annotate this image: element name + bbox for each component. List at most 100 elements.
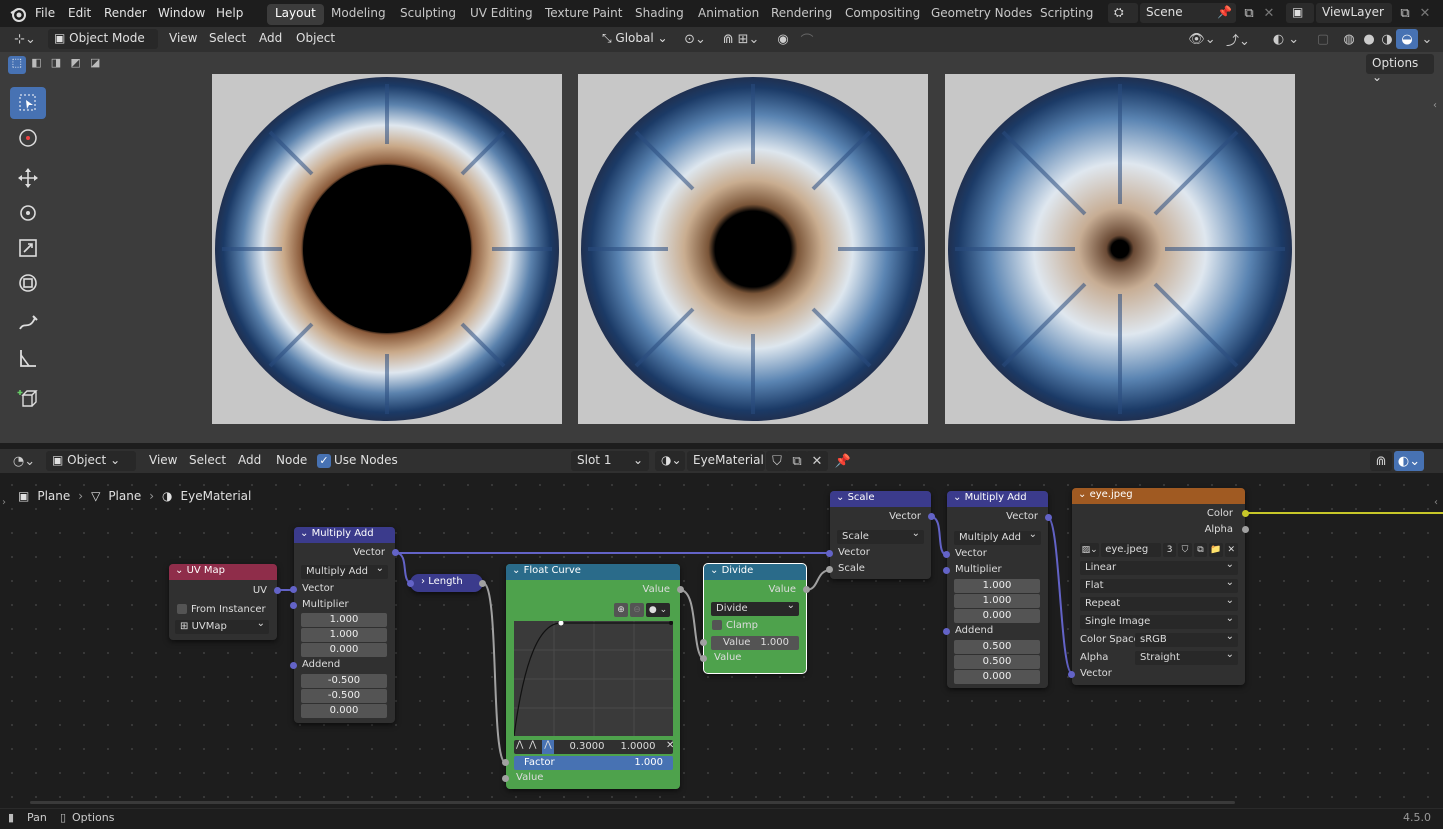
material-name-field[interactable]: EyeMaterial: [687, 451, 765, 471]
color-space-dropdown[interactable]: sRGB: [1135, 630, 1238, 647]
overlay-icon[interactable]: ◐ ⌄: [1266, 29, 1306, 49]
select-difference-icon[interactable]: ◩: [67, 56, 85, 74]
unlink-material-icon[interactable]: ✕: [806, 451, 828, 471]
select-subtract-icon[interactable]: ◨: [47, 56, 65, 74]
proportional-edit-icon[interactable]: ◉: [772, 29, 794, 49]
image-users-count[interactable]: 3: [1162, 543, 1177, 557]
shading-options-icon[interactable]: ⌄: [1418, 29, 1436, 49]
duplicate-image-icon[interactable]: ⧉: [1193, 543, 1208, 557]
annotate-tool-icon[interactable]: [10, 307, 46, 339]
scene-field[interactable]: Scene 📌: [1140, 3, 1236, 23]
socket-vector-in[interactable]: [826, 550, 833, 557]
add-cube-tool-icon[interactable]: [10, 382, 46, 414]
addend-y-field[interactable]: 0.500: [954, 655, 1040, 669]
clamp-checkbox[interactable]: [712, 620, 722, 630]
material-slot-dropdown[interactable]: Slot 1 ⌄: [571, 451, 649, 471]
tab-scripting[interactable]: Scripting: [1040, 6, 1093, 20]
image-browse-icon[interactable]: ▨⌄: [1080, 543, 1100, 557]
menu-help[interactable]: Help: [216, 6, 243, 20]
viewport-menu-view[interactable]: View: [169, 31, 197, 45]
scale-tool-icon[interactable]: [10, 232, 46, 264]
multiplier-y-field[interactable]: 1.000: [301, 628, 387, 642]
viewlayer-field[interactable]: ViewLayer: [1316, 3, 1392, 23]
collapse-icon[interactable]: ⌄: [175, 565, 187, 576]
zoom-in-icon[interactable]: ⊕: [614, 603, 628, 617]
multiplier-x-field[interactable]: 1.000: [954, 579, 1040, 593]
measure-tool-icon[interactable]: [10, 342, 46, 374]
addend-y-field[interactable]: -0.500: [301, 689, 387, 703]
socket-factor-in[interactable]: [502, 759, 509, 766]
tab-geometry-nodes[interactable]: Geometry Nodes: [931, 6, 1032, 20]
rendered-shading-icon[interactable]: ◒: [1396, 29, 1418, 49]
use-nodes-checkbox[interactable]: ✓: [317, 454, 331, 468]
multiplier-z-field[interactable]: 0.000: [954, 609, 1040, 623]
node-scale[interactable]: ⌄ Scale Vector Scale Vector Scale: [826, 491, 935, 579]
node-uv-map[interactable]: ⌄ UV Map UV From Instancer ⊞ UVMap: [169, 564, 281, 640]
socket-addend-in[interactable]: [943, 628, 950, 635]
menu-edit[interactable]: Edit: [68, 6, 91, 20]
select-box-tool-icon[interactable]: [10, 87, 46, 119]
collapse-icon[interactable]: ⌄: [1078, 489, 1090, 500]
new-viewlayer-icon[interactable]: ⧉: [1394, 3, 1416, 23]
socket-vector-in[interactable]: [1068, 671, 1075, 678]
socket-length-in[interactable]: [407, 580, 414, 587]
source-dropdown[interactable]: Single Image: [1080, 612, 1238, 629]
tab-shading[interactable]: Shading: [635, 6, 684, 20]
node-header[interactable]: ⌄ UV Map: [169, 564, 277, 580]
socket-scale-in[interactable]: [826, 566, 833, 573]
tab-animation[interactable]: Animation: [698, 6, 759, 20]
wireframe-shading-icon[interactable]: ◍: [1338, 29, 1360, 49]
addend-z-field[interactable]: 0.000: [954, 670, 1040, 684]
node-menu-view[interactable]: View: [149, 453, 177, 467]
node-editor-type-icon[interactable]: ◔⌄: [8, 451, 40, 471]
fake-user-icon[interactable]: ⛉: [766, 451, 788, 471]
pivot-point-icon[interactable]: ⊙⌄: [680, 29, 710, 49]
node-length[interactable]: › Length: [407, 574, 486, 592]
socket-alpha-out[interactable]: [1242, 526, 1249, 533]
tab-uv-editing[interactable]: UV Editing: [470, 6, 533, 20]
menu-file[interactable]: File: [35, 6, 55, 20]
3d-viewport[interactable]: ⬚ ◧ ◨ ◩ ◪ Options ⌄ ‹: [0, 52, 1443, 443]
select-intersect-icon[interactable]: ◪: [86, 56, 104, 74]
socket-length-out[interactable]: [479, 580, 486, 587]
collapse-icon[interactable]: ⌄: [512, 565, 524, 576]
blender-logo-icon[interactable]: [9, 5, 27, 23]
node-header[interactable]: ⌄ Divide: [704, 564, 806, 580]
factor-slider[interactable]: Factor 1.000: [514, 756, 673, 770]
pin-node-tree-icon[interactable]: 📌: [832, 451, 854, 471]
node-header[interactable]: ⌄ Multiply Add: [947, 491, 1048, 507]
interpolation-dropdown[interactable]: Linear: [1080, 558, 1238, 575]
viewport-menu-add[interactable]: Add: [259, 31, 282, 45]
math-operation-dropdown[interactable]: Divide: [711, 599, 799, 616]
menu-window[interactable]: Window: [158, 6, 205, 20]
socket-vector-out[interactable]: [928, 513, 935, 520]
sidebar-toggle-icon[interactable]: ‹: [1433, 100, 1437, 111]
shader-type-dropdown[interactable]: ▣ Object ⌄: [46, 451, 136, 471]
scene-browse-button[interactable]: ⛭: [1108, 3, 1138, 23]
delete-viewlayer-icon[interactable]: ✕: [1414, 3, 1436, 23]
node-menu-add[interactable]: Add: [238, 453, 261, 467]
auto-handle-icon[interactable]: ⋀: [529, 740, 536, 750]
clamp-toggle[interactable]: Clamp: [712, 620, 758, 631]
uv-map-field[interactable]: ⊞ UVMap: [175, 617, 269, 634]
pin-icon[interactable]: 📌: [1217, 5, 1232, 19]
mode-dropdown[interactable]: ▣ Object Mode ⌄: [48, 29, 158, 59]
socket-value-a-in[interactable]: [700, 639, 707, 646]
socket-value-out[interactable]: [677, 586, 684, 593]
vector-operation-dropdown[interactable]: Scale: [837, 527, 924, 544]
rotate-tool-icon[interactable]: [10, 197, 46, 229]
tab-rendering[interactable]: Rendering: [771, 6, 832, 20]
viewport-options-dropdown[interactable]: Options ⌄: [1366, 54, 1434, 84]
delete-point-icon[interactable]: ✕: [666, 740, 674, 751]
duplicate-material-icon[interactable]: ⧉: [786, 451, 808, 471]
material-shading-icon[interactable]: ◑: [1376, 29, 1398, 49]
select-new-icon[interactable]: ⬚: [8, 56, 26, 74]
socket-multiplier-in[interactable]: [943, 567, 950, 574]
multiplier-y-field[interactable]: 1.000: [954, 594, 1040, 608]
addend-z-field[interactable]: 0.000: [301, 704, 387, 718]
socket-vector-out[interactable]: [392, 549, 399, 556]
node-header[interactable]: ⌄ Multiply Add: [294, 527, 395, 543]
zoom-out-icon[interactable]: ⊖: [630, 603, 644, 617]
node-header[interactable]: ⌄ eye.jpeg: [1072, 488, 1245, 504]
viewlayer-browse-button[interactable]: ▣: [1286, 3, 1314, 23]
